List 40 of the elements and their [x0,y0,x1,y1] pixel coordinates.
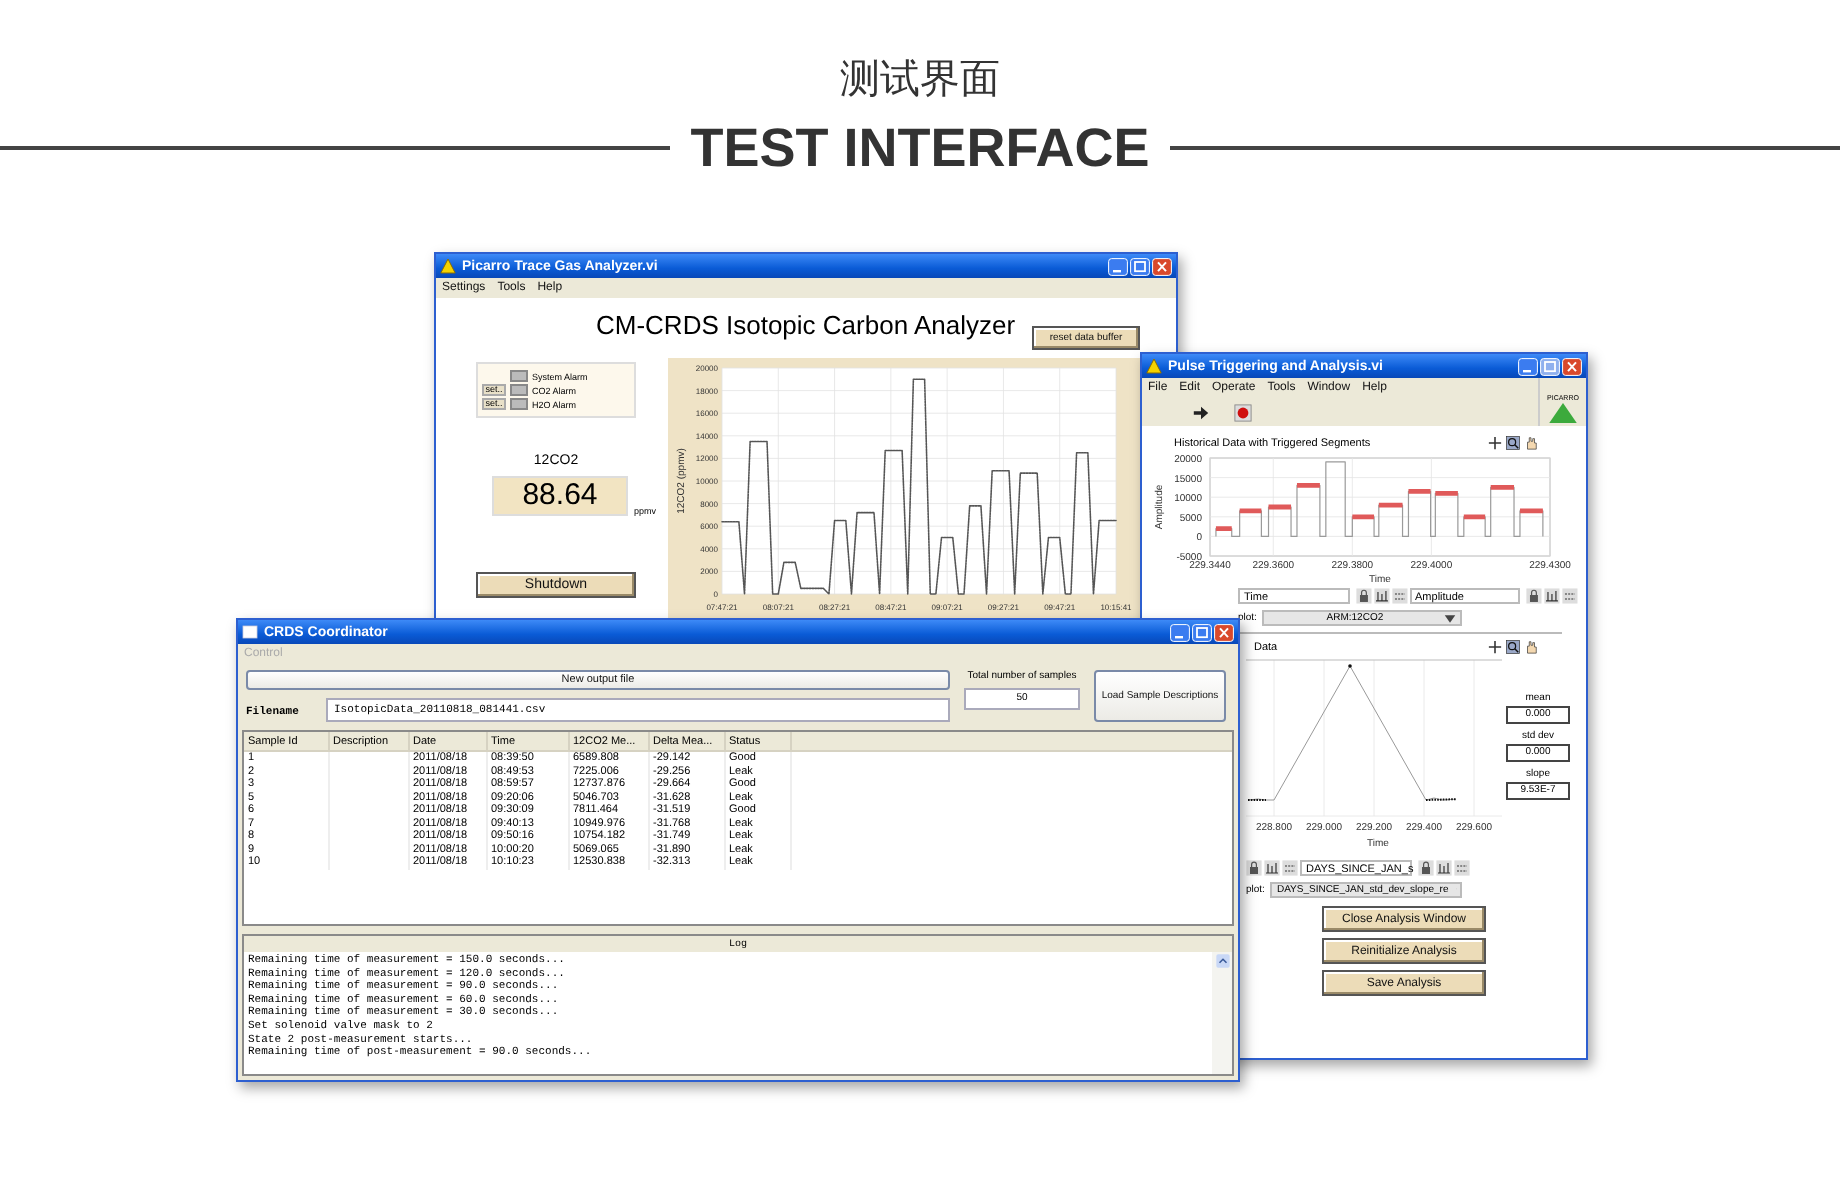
hand-icon[interactable] [1524,436,1538,450]
reading-display: 88.64 [492,476,628,516]
triangle-logo-icon [1548,402,1578,424]
lock-icon[interactable] [1355,587,1372,603]
scale-icon[interactable] [1373,587,1390,603]
scroll-up-icon[interactable] [1215,954,1229,968]
hand-icon[interactable] [1524,640,1538,654]
window-icon [242,624,258,640]
format-icon[interactable] [1282,859,1298,875]
close-button[interactable] [1214,623,1234,641]
crosshair-icon[interactable] [1488,640,1502,654]
zoom-icon[interactable] [1506,640,1520,654]
scale-icon[interactable] [1264,859,1280,875]
close-button[interactable] [1152,257,1172,275]
minimize-button[interactable] [1108,257,1128,275]
close-button[interactable] [1562,357,1582,375]
maximize-button[interactable] [1540,357,1560,375]
zoom-icon[interactable] [1506,436,1520,450]
panel-heading: CM-CRDS Isotopic Carbon Analyzer [596,310,1016,340]
stop-icon[interactable] [1234,403,1252,421]
warning-triangle-icon [440,258,456,274]
arrow-icon[interactable] [1192,403,1210,421]
page-subtitle: TEST INTERFACE [688,116,1152,180]
lock-icon[interactable] [1526,587,1543,603]
scrollbar[interactable] [1212,952,1232,1074]
caret-icon [1444,613,1457,623]
crosshair-icon[interactable] [1488,436,1502,450]
minimize-button[interactable] [1170,623,1190,641]
format-icon[interactable] [1562,587,1579,603]
maximize-button[interactable] [1130,257,1150,275]
lock-icon[interactable] [1418,859,1434,875]
scale-icon[interactable] [1436,859,1452,875]
format-icon[interactable] [1391,587,1408,603]
page-title: 测试界面 [840,52,1000,104]
maximize-button[interactable] [1192,623,1212,641]
minimize-button[interactable] [1518,357,1538,375]
format-icon[interactable] [1454,859,1470,875]
warning-triangle-icon [1146,358,1162,374]
lock-icon[interactable] [1246,859,1262,875]
scale-icon[interactable] [1544,587,1561,603]
